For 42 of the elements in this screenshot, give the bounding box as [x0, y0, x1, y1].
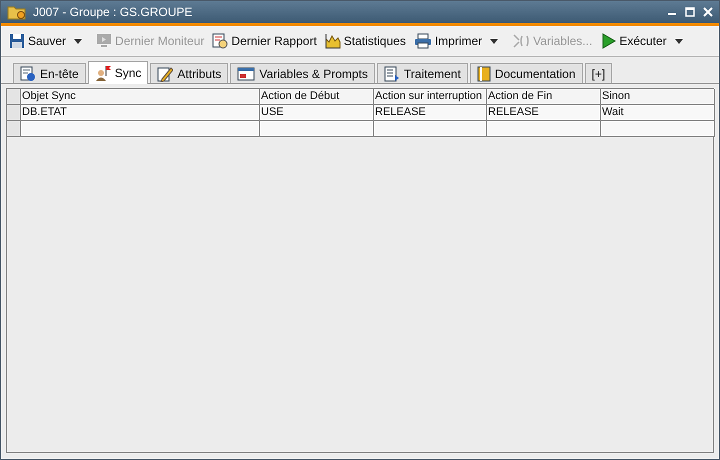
table-cell: USE — [260, 105, 374, 121]
dropdown-caret-icon[interactable] — [74, 38, 82, 44]
column-header[interactable]: Action de Début — [260, 89, 374, 105]
column-header[interactable]: Action sur interruption — [374, 89, 487, 105]
tab[interactable]: En-tête — [13, 63, 86, 83]
book-icon — [476, 66, 491, 82]
printer-icon — [414, 33, 432, 49]
row-header[interactable] — [7, 105, 21, 121]
variables-icon — [512, 33, 530, 49]
chart-icon — [324, 33, 341, 49]
close-icon[interactable] — [703, 7, 713, 17]
tab[interactable]: Attributs — [150, 63, 228, 83]
maximize-icon[interactable] — [685, 7, 695, 17]
play-icon — [600, 33, 616, 49]
window-title: J007 - Groupe : GS.GROUPE — [33, 5, 194, 19]
info-document-icon — [20, 66, 36, 82]
tab[interactable]: Variables & Prompts — [230, 63, 375, 83]
toolbar-button[interactable]: Exécuter — [598, 31, 669, 51]
column-header[interactable]: Action de Fin — [487, 89, 601, 105]
column-header[interactable]: Sinon — [601, 89, 715, 105]
row-header[interactable] — [7, 121, 21, 137]
column-header[interactable]: Objet Sync — [21, 89, 260, 105]
toolbar-button[interactable]: Statistiques — [322, 31, 408, 51]
tab[interactable]: [+] — [584, 63, 612, 83]
person-flag-icon — [94, 65, 111, 81]
table-cell: RELEASE — [374, 105, 487, 121]
table-cell: Wait — [601, 105, 715, 121]
tab[interactable]: Sync — [88, 61, 148, 84]
dropdown-caret-icon[interactable] — [490, 38, 498, 44]
monitor-icon — [96, 33, 112, 49]
list-document-icon — [384, 66, 400, 82]
toolbar-button[interactable]: Sauver — [7, 31, 68, 51]
tab[interactable]: Traitement — [376, 63, 468, 83]
pencil-document-icon — [157, 66, 174, 82]
table-cell: RELEASE — [487, 105, 601, 121]
floppy-icon — [9, 33, 25, 49]
table-cell: DB.ETAT — [21, 105, 260, 121]
tab[interactable]: Documentation — [470, 63, 583, 83]
toolbar-button[interactable]: Dernier Rapport — [210, 31, 319, 51]
toolbar-button[interactable]: Imprimer — [412, 31, 484, 51]
window-icon — [237, 66, 256, 80]
dropdown-caret-icon[interactable] — [674, 38, 683, 44]
